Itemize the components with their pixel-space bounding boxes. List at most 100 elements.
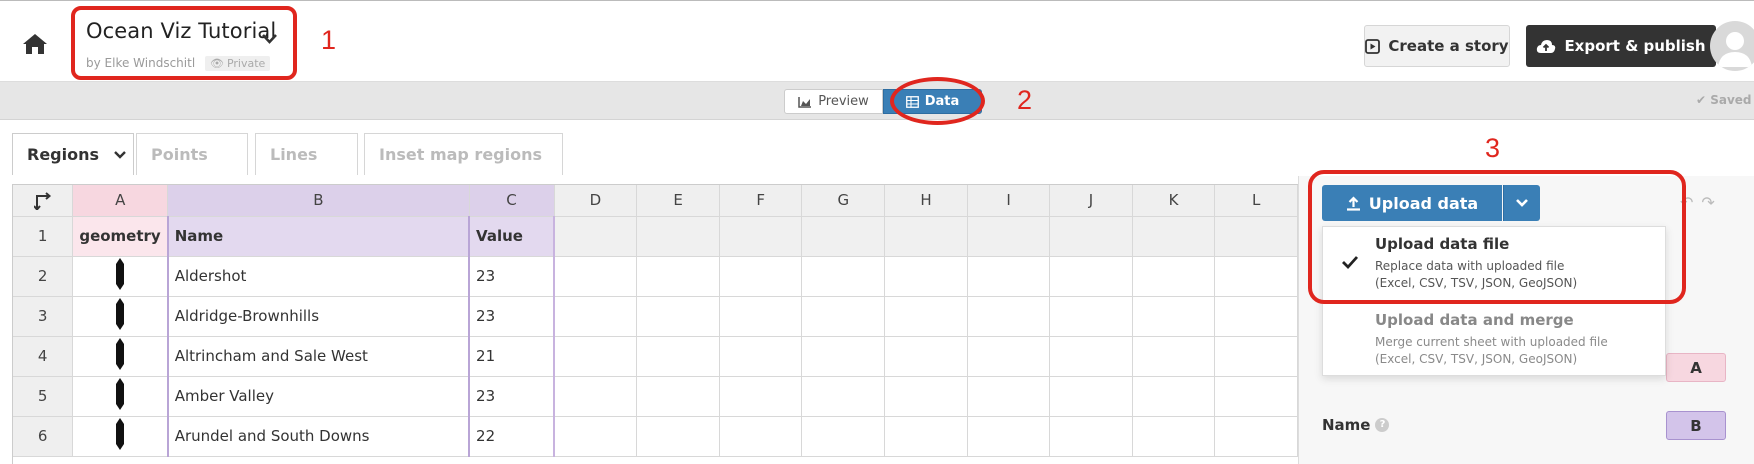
empty-cell[interactable] xyxy=(967,216,1051,257)
empty-cell[interactable] xyxy=(1049,336,1133,377)
name-header-cell[interactable]: Name xyxy=(166,216,470,257)
empty-cell[interactable] xyxy=(884,296,968,337)
export-publish-button[interactable]: Export & publish xyxy=(1526,25,1716,67)
empty-cell[interactable] xyxy=(1049,216,1133,257)
empty-cell[interactable] xyxy=(1132,216,1216,257)
geometry-header-cell[interactable]: geometry xyxy=(72,216,169,257)
empty-cell[interactable] xyxy=(1049,416,1133,457)
create-story-button[interactable]: Create a story xyxy=(1364,25,1510,67)
column-header-a[interactable]: A xyxy=(72,185,169,217)
empty-cell[interactable] xyxy=(1049,296,1133,337)
column-header-i[interactable]: I xyxy=(967,185,1051,217)
empty-cell[interactable] xyxy=(1214,216,1298,257)
tab-points[interactable]: Points xyxy=(136,133,248,175)
empty-cell[interactable] xyxy=(1214,296,1298,337)
empty-cell[interactable] xyxy=(636,416,720,457)
name-cell[interactable]: Aldershot xyxy=(166,256,470,297)
empty-cell[interactable] xyxy=(719,256,803,297)
geometry-cell[interactable] xyxy=(72,416,169,457)
empty-cell[interactable] xyxy=(719,216,803,257)
row-number[interactable]: 4 xyxy=(13,336,74,377)
name-cell[interactable]: Amber Valley xyxy=(166,376,470,417)
empty-cell[interactable] xyxy=(884,376,968,417)
column-header-k[interactable]: K xyxy=(1132,185,1216,217)
column-header-f[interactable]: F xyxy=(719,185,803,217)
empty-cell[interactable] xyxy=(554,416,638,457)
name-cell[interactable]: Arundel and South Downs xyxy=(166,416,470,457)
name-cell[interactable]: Altrincham and Sale West xyxy=(166,336,470,377)
menu-item-upload-merge[interactable]: Upload data and merge Merge current shee… xyxy=(1323,303,1667,375)
empty-cell[interactable] xyxy=(554,216,638,257)
column-header-c[interactable]: C xyxy=(469,185,555,217)
row-number[interactable]: 2 xyxy=(13,256,74,297)
empty-cell[interactable] xyxy=(801,416,886,457)
empty-cell[interactable] xyxy=(967,296,1051,337)
empty-cell[interactable] xyxy=(636,296,720,337)
empty-cell[interactable] xyxy=(1049,256,1133,297)
empty-cell[interactable] xyxy=(884,256,968,297)
empty-cell[interactable] xyxy=(884,216,968,257)
empty-cell[interactable] xyxy=(636,376,720,417)
empty-cell[interactable] xyxy=(554,336,638,377)
geometry-cell[interactable] xyxy=(72,256,169,297)
empty-cell[interactable] xyxy=(801,256,886,297)
tab-regions[interactable]: Regions xyxy=(12,133,134,175)
transpose-corner[interactable] xyxy=(13,185,74,217)
column-header-j[interactable]: J xyxy=(1049,185,1133,217)
empty-cell[interactable] xyxy=(554,256,638,297)
empty-cell[interactable] xyxy=(1132,256,1216,297)
value-cell[interactable]: 23 xyxy=(468,376,556,417)
home-icon[interactable] xyxy=(22,32,48,56)
empty-cell[interactable] xyxy=(801,376,886,417)
column-header-b[interactable]: B xyxy=(167,185,470,217)
empty-cell[interactable] xyxy=(1214,256,1298,297)
geometry-cell[interactable] xyxy=(72,376,169,417)
column-b-chip[interactable]: B xyxy=(1666,411,1726,440)
name-cell[interactable]: Aldridge-Brownhills xyxy=(166,296,470,337)
empty-cell[interactable] xyxy=(801,336,886,377)
empty-cell[interactable] xyxy=(967,256,1051,297)
value-cell[interactable]: 22 xyxy=(468,416,556,457)
empty-cell[interactable] xyxy=(967,376,1051,417)
row-number[interactable]: 1 xyxy=(13,216,74,257)
value-header-cell[interactable]: Value xyxy=(468,216,556,257)
geometry-cell[interactable] xyxy=(72,336,169,377)
empty-cell[interactable] xyxy=(884,416,968,457)
empty-cell[interactable] xyxy=(1049,376,1133,417)
redo-icon[interactable]: ↷ xyxy=(1701,193,1722,212)
tab-inset-map-regions[interactable]: Inset map regions xyxy=(364,133,563,175)
empty-cell[interactable] xyxy=(884,336,968,377)
empty-cell[interactable] xyxy=(636,336,720,377)
empty-cell[interactable] xyxy=(1214,376,1298,417)
empty-cell[interactable] xyxy=(967,336,1051,377)
column-header-l[interactable]: L xyxy=(1214,185,1298,217)
value-cell[interactable]: 23 xyxy=(468,256,556,297)
empty-cell[interactable] xyxy=(636,216,720,257)
empty-cell[interactable] xyxy=(1132,336,1216,377)
empty-cell[interactable] xyxy=(719,336,803,377)
empty-cell[interactable] xyxy=(719,296,803,337)
column-header-g[interactable]: G xyxy=(801,185,886,217)
empty-cell[interactable] xyxy=(554,376,638,417)
empty-cell[interactable] xyxy=(967,416,1051,457)
empty-cell[interactable] xyxy=(1214,336,1298,377)
column-header-e[interactable]: E xyxy=(636,185,720,217)
empty-cell[interactable] xyxy=(719,376,803,417)
value-cell[interactable]: 23 xyxy=(468,296,556,337)
empty-cell[interactable] xyxy=(801,216,886,257)
value-cell[interactable]: 21 xyxy=(468,336,556,377)
data-grid[interactable]: A B C D E F G H I J K L 1 geometry Name … xyxy=(12,184,1298,464)
empty-cell[interactable] xyxy=(554,296,638,337)
user-avatar[interactable] xyxy=(1710,21,1754,71)
row-number[interactable]: 3 xyxy=(13,296,74,337)
geometry-cell[interactable] xyxy=(72,296,169,337)
empty-cell[interactable] xyxy=(1132,416,1216,457)
column-header-h[interactable]: H xyxy=(884,185,968,217)
preview-mode-button[interactable]: Preview xyxy=(784,89,883,114)
empty-cell[interactable] xyxy=(719,416,803,457)
tab-lines[interactable]: Lines xyxy=(255,133,358,175)
column-a-chip[interactable]: A xyxy=(1666,353,1726,382)
column-header-d[interactable]: D xyxy=(554,185,638,217)
row-number[interactable]: 6 xyxy=(13,416,74,457)
empty-cell[interactable] xyxy=(1214,416,1298,457)
